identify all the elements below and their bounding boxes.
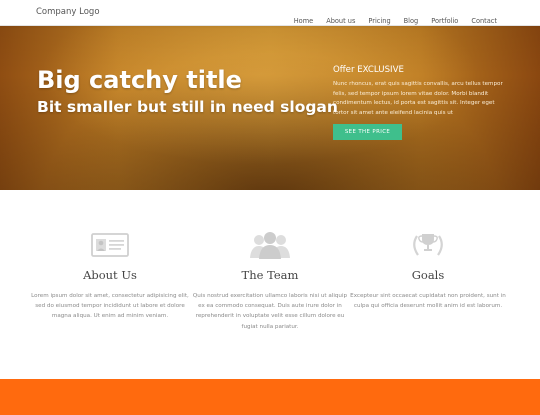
feature-text: Quis nostrud exercitation ullamco labori… bbox=[192, 293, 348, 330]
nav-item-pricing: Pricing bbox=[368, 8, 390, 27]
main-nav: Home About us Pricing Blog Portfolio Con… bbox=[294, 8, 497, 27]
nav-link-contact[interactable]: Contact bbox=[471, 17, 497, 25]
feature-title: Goals bbox=[411, 268, 445, 282]
feature-text: Excepteur sint occaecat cupidatat non pr… bbox=[350, 293, 506, 310]
feature-the-team: The Team Quis nostrud exercitation ullam… bbox=[190, 230, 350, 332]
nav-link-home[interactable]: Home bbox=[294, 17, 313, 25]
offer-title: Offer EXCLUSIVE bbox=[333, 65, 404, 75]
hero-banner: Big catchy title Bit smaller but still i… bbox=[0, 26, 540, 190]
nav-link-pricing[interactable]: Pricing bbox=[368, 17, 390, 25]
nav-item-home: Home bbox=[294, 8, 313, 27]
hero-slogan: Bit smaller but still in need slogan bbox=[37, 98, 338, 116]
nav-link-blog[interactable]: Blog bbox=[404, 17, 419, 25]
see-the-price-button[interactable]: SEE THE PRICE bbox=[333, 124, 402, 141]
nav-item-about-us: About us bbox=[326, 8, 355, 27]
offer-panel: Offer EXCLUSIVE Nunc rhoncus, erat quis … bbox=[333, 65, 508, 141]
nav-item-portfolio: Portfolio bbox=[431, 8, 458, 27]
nav-item-contact: Contact bbox=[471, 8, 497, 27]
feature-goals: Goals Excepteur sint occaecat cupidatat … bbox=[348, 230, 508, 311]
company-logo[interactable]: Company Logo bbox=[36, 7, 100, 17]
feature-title: The Team bbox=[241, 268, 299, 282]
id-card-icon bbox=[91, 233, 129, 257]
nav-link-portfolio[interactable]: Portfolio bbox=[431, 17, 458, 25]
feature-title: About Us bbox=[83, 268, 137, 282]
navbar: Company Logo Home About us Pricing Blog … bbox=[0, 0, 540, 26]
offer-text: Nunc rhoncus, erat quis sagittis convall… bbox=[333, 81, 503, 116]
feature-text: Lorem ipsum dolor sit amet, consectetur … bbox=[31, 293, 189, 320]
hero-title: Big catchy title bbox=[37, 66, 242, 94]
feature-about-us: About Us Lorem ipsum dolor sit amet, con… bbox=[30, 230, 190, 322]
trophy-icon bbox=[413, 234, 443, 256]
nav-item-blog: Blog bbox=[404, 8, 419, 27]
orange-banner bbox=[0, 379, 540, 415]
nav-link-about-us[interactable]: About us bbox=[326, 17, 355, 25]
team-icon bbox=[250, 232, 290, 259]
